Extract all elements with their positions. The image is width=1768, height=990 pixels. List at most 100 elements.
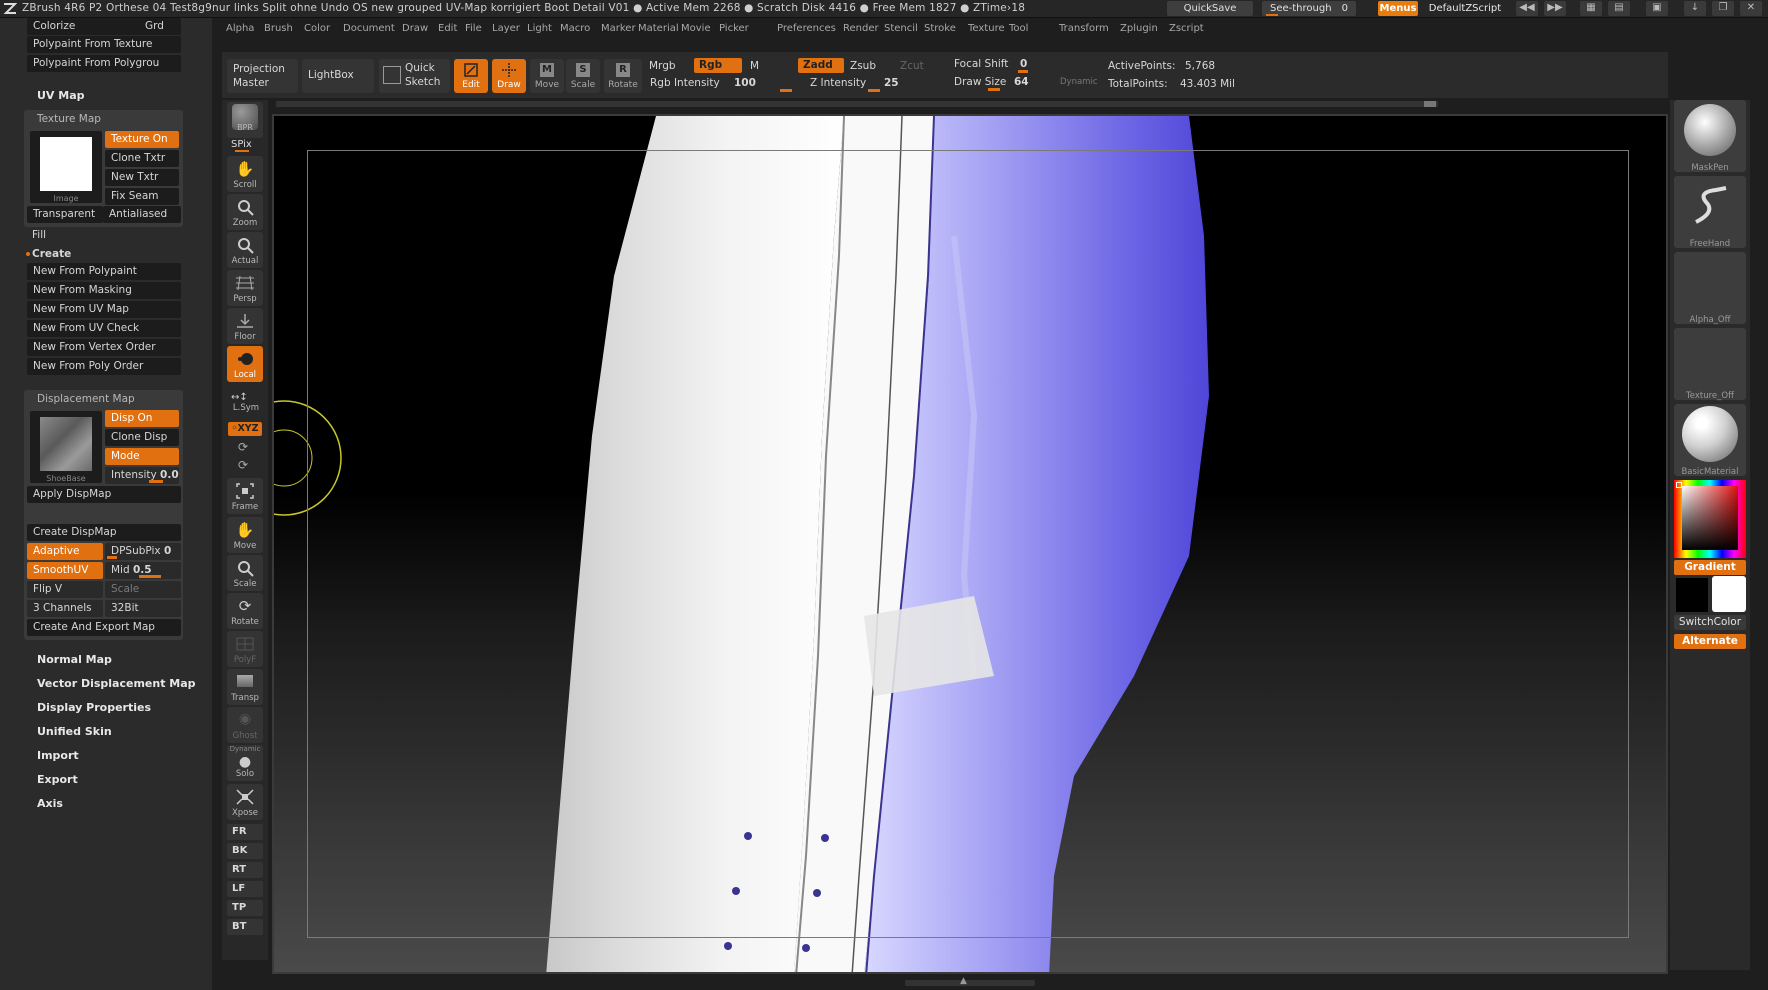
tray-right-icon[interactable]: ▶▶: [1544, 1, 1566, 16]
persp-button[interactable]: Persp: [227, 270, 263, 306]
vector-displacement-map-section[interactable]: Vector Displacement Map: [37, 677, 196, 690]
tray-left-icon[interactable]: ◀◀: [1516, 1, 1538, 16]
scale-view-button[interactable]: Scale: [227, 555, 263, 591]
view-front-button[interactable]: FR: [227, 824, 263, 840]
menu-alpha[interactable]: Alpha: [226, 23, 254, 34]
gradient-button[interactable]: Gradient: [1674, 560, 1746, 575]
floor-button[interactable]: Floor: [227, 308, 263, 344]
uv-map-section[interactable]: UV Map: [37, 89, 85, 102]
antialiased-toggle[interactable]: Antialiased: [103, 206, 181, 223]
view-left-button[interactable]: LF: [227, 881, 263, 897]
polypaint-from-texture-button[interactable]: Polypaint From Texture: [27, 36, 181, 53]
normal-map-section[interactable]: Normal Map: [37, 653, 112, 666]
mid-slider[interactable]: Mid 0.5: [105, 562, 181, 579]
zsub-button[interactable]: Zsub: [850, 60, 876, 72]
transparent-toggle[interactable]: Transparent: [27, 206, 103, 223]
spix-slider[interactable]: SPix: [231, 139, 252, 150]
scale-slider[interactable]: Scale: [105, 581, 181, 598]
menu-color[interactable]: Color: [304, 23, 330, 34]
menu-brush[interactable]: Brush: [264, 23, 293, 34]
secondary-color-swatch[interactable]: [1676, 578, 1708, 612]
displacement-map-header[interactable]: Displacement Map: [37, 393, 135, 405]
colorize-button[interactable]: Colorize Grd: [27, 18, 181, 35]
minimize-icon[interactable]: ↓: [1684, 1, 1706, 16]
clone-disp-button[interactable]: Clone Disp: [105, 429, 179, 446]
rotate-mode-button[interactable]: R Rotate: [604, 59, 642, 93]
scale-mode-button[interactable]: S Scale: [566, 59, 600, 93]
menu-stencil[interactable]: Stencil: [884, 23, 918, 34]
menu-picker[interactable]: Picker: [719, 23, 749, 34]
rgb-intensity-slider[interactable]: Rgb Intensity 100: [648, 76, 793, 92]
new-from-poly-order-button[interactable]: New From Poly Order: [27, 358, 181, 375]
horizontal-scroll-thumb[interactable]: [1424, 101, 1436, 107]
mrgb-button[interactable]: Mrgb: [649, 60, 676, 72]
solo-button[interactable]: Dynamic ● Solo: [227, 745, 263, 781]
menu-marker[interactable]: Marker: [601, 23, 636, 34]
lsym-button[interactable]: ↔↕ L.Sym: [229, 392, 263, 414]
menu-zscript[interactable]: Zscript: [1169, 23, 1204, 34]
menu-stroke[interactable]: Stroke: [924, 23, 956, 34]
export-section[interactable]: Export: [37, 773, 78, 786]
menu-material[interactable]: Material: [638, 23, 679, 34]
zadd-button[interactable]: Zadd: [798, 58, 844, 73]
xyz-button[interactable]: ◦XYZ: [228, 422, 262, 436]
menu-layer[interactable]: Layer: [492, 23, 520, 34]
restore-icon[interactable]: ❐: [1712, 1, 1734, 16]
menu-preferences[interactable]: Preferences: [777, 23, 836, 34]
lock-icon[interactable]: ▣: [1646, 1, 1668, 16]
menus-button[interactable]: Menus: [1378, 1, 1418, 16]
new-txtr-button[interactable]: New Txtr: [105, 169, 179, 186]
draw-button[interactable]: Draw: [492, 59, 526, 93]
local-button[interactable]: Local: [227, 346, 263, 382]
quicksave-button[interactable]: QuickSave: [1167, 1, 1253, 16]
polyf-button[interactable]: PolyF: [227, 631, 263, 667]
view-top-button[interactable]: TP: [227, 900, 263, 916]
alternate-button[interactable]: Alternate: [1674, 634, 1746, 649]
layout-icon[interactable]: ▦: [1580, 1, 1602, 16]
display-properties-section[interactable]: Display Properties: [37, 701, 151, 714]
lightbox-button[interactable]: LightBox: [302, 59, 374, 93]
displacement-thumbnail[interactable]: ShoeBase: [30, 411, 102, 483]
apply-dispmap-button[interactable]: Apply DispMap: [27, 486, 181, 503]
menu-draw[interactable]: Draw: [402, 23, 428, 34]
disp-on-button[interactable]: Disp On: [105, 410, 179, 427]
texture-off-button[interactable]: Texture_Off: [1674, 328, 1746, 401]
dpsubpix-slider[interactable]: DPSubPix 0: [105, 543, 181, 560]
texture-map-header[interactable]: Texture Map: [37, 113, 101, 125]
main-color-swatch[interactable]: [1712, 576, 1746, 612]
import-section[interactable]: Import: [37, 749, 79, 762]
scroll-button[interactable]: ✋ Scroll: [227, 156, 263, 192]
mode-button[interactable]: Mode: [105, 448, 179, 465]
layout-alt-icon[interactable]: ▤: [1608, 1, 1630, 16]
polypaint-from-polygroups-button[interactable]: Polypaint From Polygrou: [27, 55, 181, 72]
menu-file[interactable]: File: [465, 23, 482, 34]
view-right-button[interactable]: RT: [227, 862, 263, 878]
quick-sketch-button[interactable]: Quick Sketch: [379, 59, 450, 93]
menu-texture[interactable]: Texture: [968, 23, 1005, 34]
material-button[interactable]: BasicMaterial: [1674, 404, 1746, 477]
menu-light[interactable]: Light: [527, 23, 552, 34]
move-view-button[interactable]: ✋ Move: [227, 517, 263, 553]
close-icon[interactable]: ✕: [1740, 1, 1762, 16]
bottom-tray-arrow-icon[interactable]: ▲: [960, 976, 967, 986]
switchcolor-button[interactable]: SwitchColor: [1674, 615, 1746, 630]
menu-transform[interactable]: Transform: [1059, 23, 1109, 34]
rotate-z-icon[interactable]: ⟳: [238, 458, 248, 472]
new-from-uv-map-button[interactable]: New From UV Map: [27, 301, 181, 318]
bottom-tray-handle[interactable]: [905, 980, 1035, 986]
focal-shift-slider[interactable]: Focal Shift 0: [948, 57, 1098, 73]
transp-button[interactable]: Transp: [227, 669, 263, 705]
maskpen-brush-button[interactable]: MaskPen: [1674, 100, 1746, 173]
bpr-button[interactable]: BPR: [227, 102, 263, 138]
color-square[interactable]: [1682, 486, 1738, 550]
menu-render[interactable]: Render: [843, 23, 879, 34]
clone-txtr-button[interactable]: Clone Txtr: [105, 150, 179, 167]
channels-toggle[interactable]: 3 Channels: [27, 600, 103, 617]
edit-button[interactable]: Edit: [454, 59, 488, 93]
grd-button[interactable]: Grd: [145, 18, 164, 35]
new-from-masking-button[interactable]: New From Masking: [27, 282, 181, 299]
ghost-button[interactable]: ◉ Ghost: [227, 707, 263, 743]
create-subsection[interactable]: Create: [32, 248, 71, 260]
rgb-button[interactable]: Rgb: [694, 58, 742, 73]
texture-thumbnail[interactable]: Image: [30, 131, 102, 203]
